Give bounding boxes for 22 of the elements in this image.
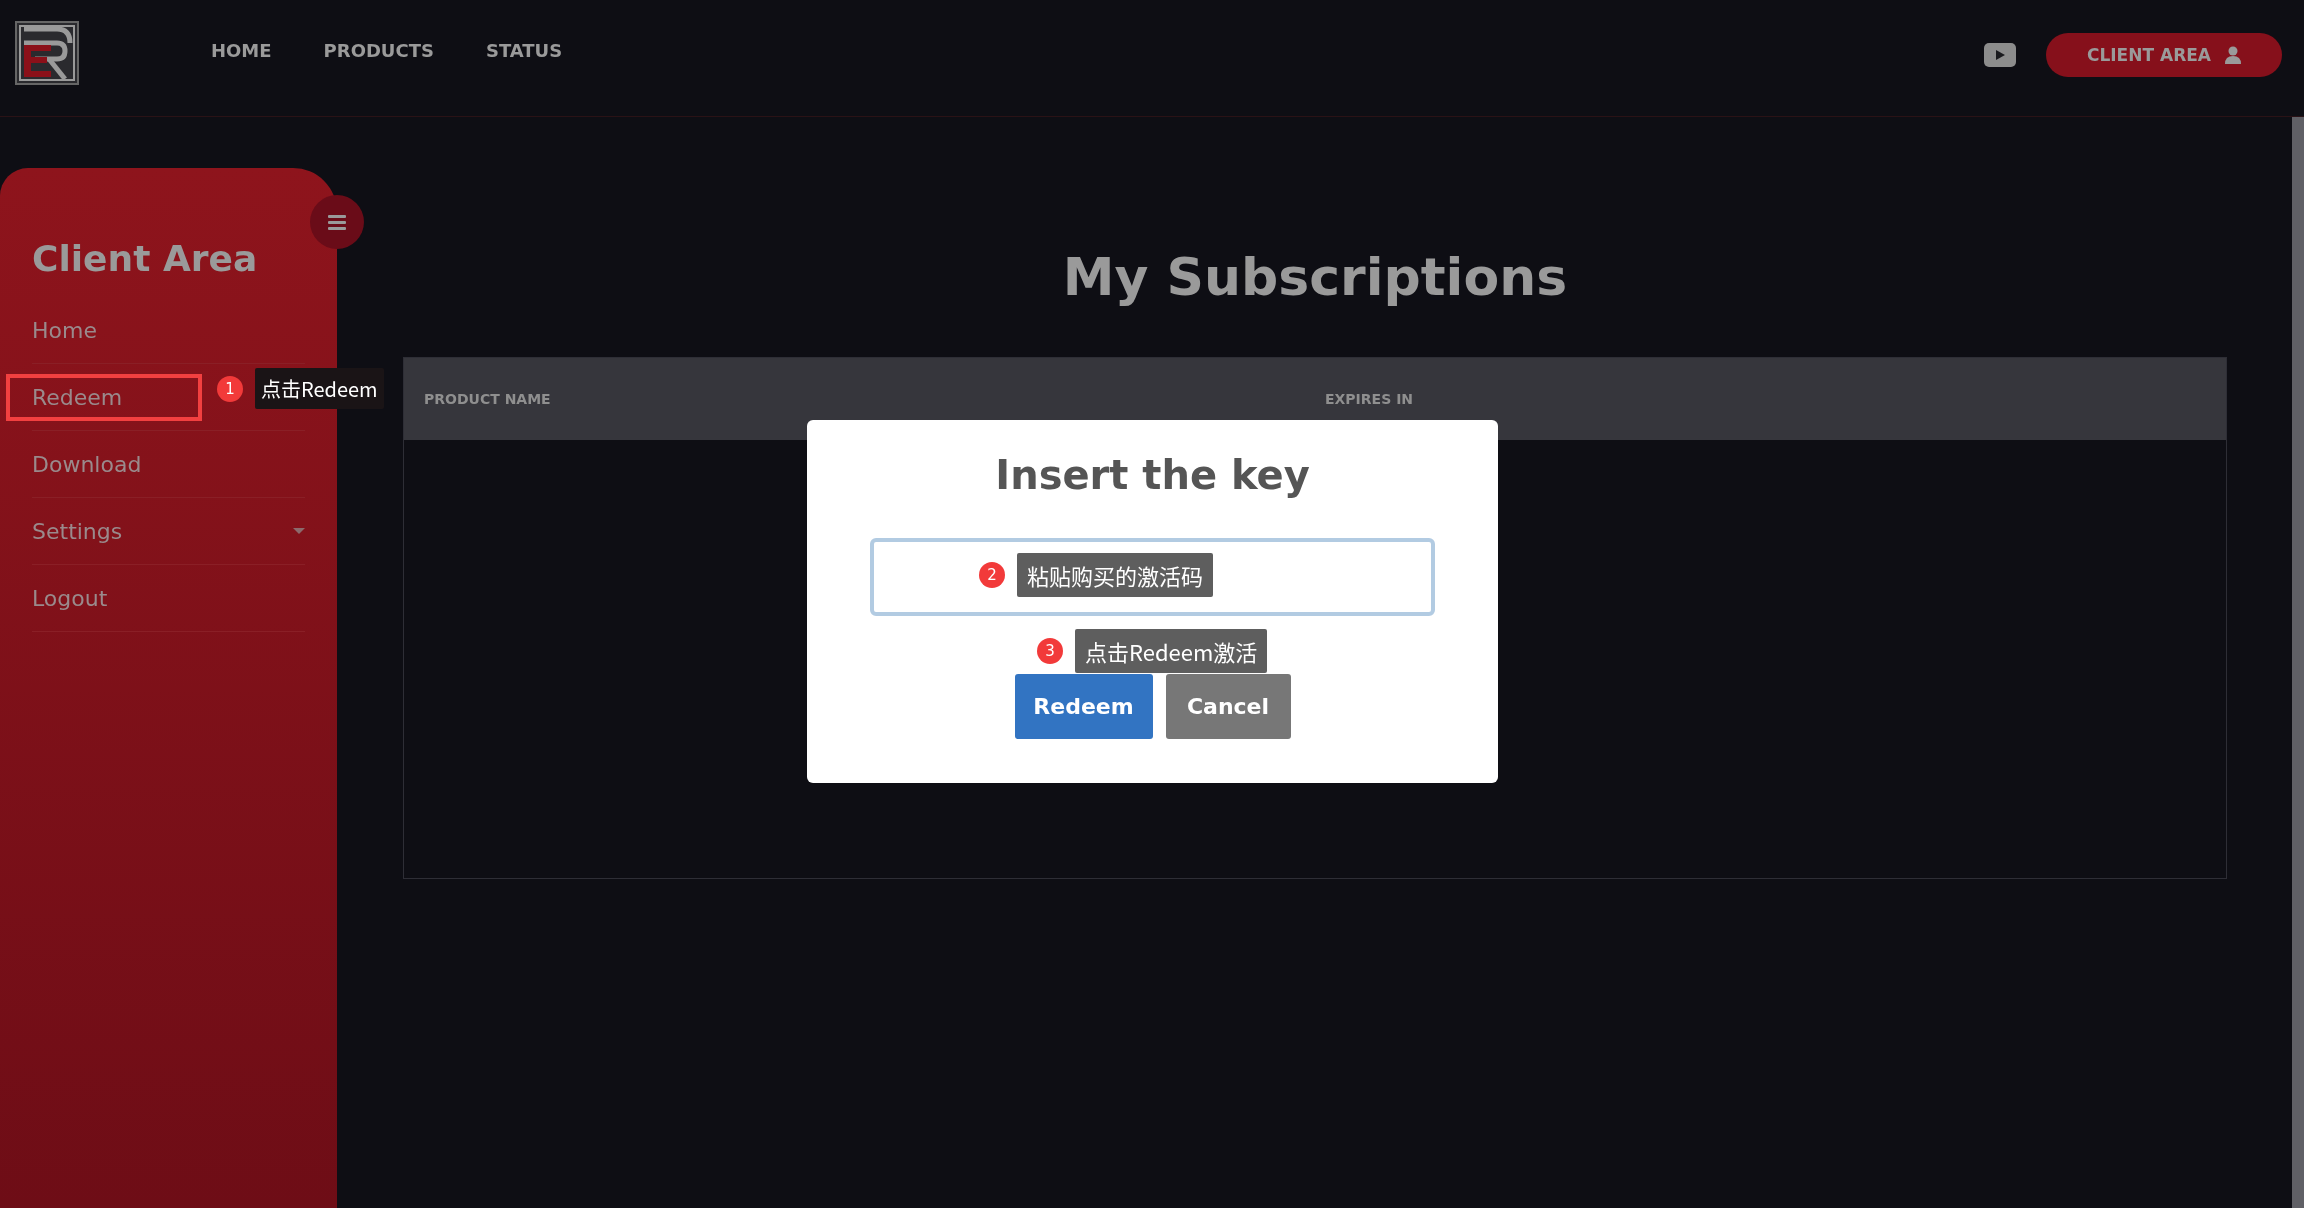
sidebar-item[interactable]: Home	[32, 309, 97, 351]
sidebar-title: Client Area	[32, 238, 259, 279]
column-header: EXPIRES IN	[1325, 391, 1415, 407]
step-number-badge: 1	[217, 375, 243, 402]
sidebar-item[interactable]: Settings	[32, 510, 123, 552]
instruction-tooltip: 点击Redeem激活	[1075, 629, 1268, 673]
sidebar-item[interactable]: Logout	[32, 577, 108, 619]
redeem-button[interactable]: Redeem	[1014, 674, 1153, 739]
step-number-badge: 3	[1037, 638, 1063, 664]
instruction-tooltip: 粘贴购买的激活码	[1017, 553, 1213, 597]
nav-link[interactable]: PRODUCTS	[323, 39, 434, 61]
step-number-badge: 2	[979, 562, 1005, 588]
key-input-field[interactable]: 2 粘贴购买的激活码	[870, 538, 1435, 616]
nav-link[interactable]: HOME	[211, 39, 272, 61]
page-title: My Subscriptions	[1061, 247, 1569, 307]
modal-title: Insert the key	[995, 452, 1310, 498]
column-header: PRODUCT NAME	[424, 391, 552, 407]
sidebar-item[interactable]: Download	[32, 443, 142, 485]
client-area-button[interactable]: CLIENT AREA	[2046, 33, 2282, 77]
nav-link[interactable]: STATUS	[485, 39, 563, 61]
instruction-tooltip: 点击Redeem	[255, 368, 384, 409]
cancel-button[interactable]: Cancel	[1165, 674, 1291, 739]
